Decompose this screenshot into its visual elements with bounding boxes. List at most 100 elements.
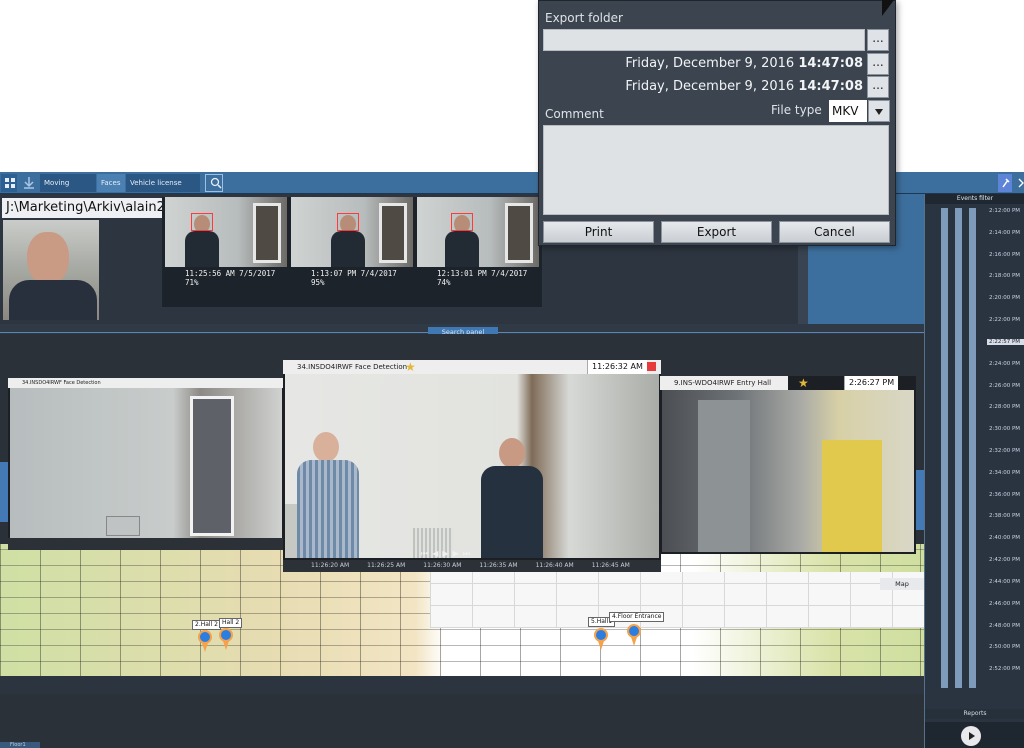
download-icon[interactable] <box>20 174 36 192</box>
playback-panel <box>925 722 1024 748</box>
time-axis-label: 2:48:00 PM <box>989 622 1021 629</box>
chevron-down-icon[interactable] <box>868 100 890 122</box>
time-axis-label: 2:16:00 PM <box>989 251 1021 258</box>
cancel-button[interactable]: Cancel <box>779 221 890 243</box>
end-date-picker-button[interactable]: ... <box>867 76 889 98</box>
tab-vehicle-license-plates[interactable]: Vehicle license plates <box>126 174 200 205</box>
export-folder-label: Export folder <box>545 11 623 25</box>
playback-controls[interactable]: ⏮◀▶▶⏭ <box>421 549 474 559</box>
face-result-thumbnail[interactable] <box>417 197 539 267</box>
camera-window-left[interactable]: 34.INSDO4IRWF Face Detection <box>8 378 284 550</box>
file-type-label: File type <box>771 103 822 117</box>
timeline-tick: 11:26:20 AM <box>311 562 350 569</box>
star-icon[interactable]: ★ <box>798 377 810 389</box>
tab-faces[interactable]: Faces <box>97 174 125 192</box>
face-results-strip: 11:25:56 AM 7/5/2017 71% 1:13:07 PM 7/4/… <box>162 197 542 307</box>
camera-video-feed <box>662 390 914 552</box>
event-column[interactable] <box>955 208 962 688</box>
camera-window-center[interactable]: 34.INSDO4IRWF Face Detection ★ 11:26:32 … <box>283 360 661 572</box>
camera-pin-icon[interactable] <box>198 630 212 652</box>
camera-title-bar: 9.INS-WDO4IRWF Entry Hall <box>660 376 788 390</box>
side-tab-objects[interactable] <box>0 462 8 522</box>
tab-moving-objects[interactable]: Moving objects <box>40 174 96 205</box>
camera-pin-icon[interactable] <box>594 628 608 650</box>
camera-window-right[interactable]: 9.INS-WDO4IRWF Entry Hall ★ 2:26:27 PM <box>660 376 916 554</box>
star-icon[interactable]: ★ <box>405 361 417 373</box>
door <box>253 203 281 263</box>
camera-pin-icon[interactable] <box>627 624 641 646</box>
face-detection-box <box>191 213 213 231</box>
person-body <box>481 466 543 558</box>
camera-pin-icon[interactable] <box>219 628 233 650</box>
start-date-picker-button[interactable]: ... <box>867 53 889 75</box>
camera-pin-label: 2.Hall 2 <box>192 620 221 630</box>
timeline-tick: 11:26:35 AM <box>479 562 518 569</box>
end-date: Friday, December 9, 2016 <box>625 79 795 94</box>
file-type-select[interactable]: MKV <box>829 100 867 122</box>
time-axis-label: 2:32:00 PM <box>989 448 1021 454</box>
timeline-tick: 11:26:30 AM <box>423 562 462 569</box>
end-time: 14:47:08 <box>798 79 863 94</box>
print-button[interactable]: Print <box>543 221 654 243</box>
result-score: 95% <box>311 278 325 287</box>
camera-video-feed <box>10 388 282 538</box>
comment-label: Comment <box>545 107 604 121</box>
time-axis-label: 2:42:00 PM <box>989 557 1021 564</box>
result-time: 12:13:01 PM 7/4/2017 <box>437 269 528 278</box>
app-window: Moving objects Faces Vehicle license pla… <box>0 172 1024 748</box>
time-axis-label: 2:38:00 PM <box>989 513 1021 520</box>
side-tab-archive[interactable] <box>916 470 924 530</box>
camera-timeline[interactable]: 11:26:20 AM 11:26:25 AM 11:26:30 AM 11:26:3… <box>283 560 661 572</box>
query-face-image[interactable] <box>3 220 99 320</box>
camera-timeline[interactable] <box>8 538 284 550</box>
floor-tab[interactable]: Floor1 <box>0 742 40 748</box>
event-column[interactable] <box>969 208 976 688</box>
time-axis-label: 2:28:00 PM <box>989 404 1021 411</box>
time-axis-label: 2:26:00 PM <box>989 382 1021 389</box>
timeline-tick: 11:26:45 AM <box>591 562 630 569</box>
timeline-tick: 11:26:25 AM <box>367 562 406 569</box>
export-button[interactable]: Export <box>661 221 772 243</box>
start-datetime[interactable]: Friday, December 9, 2016 14:47:08 <box>625 56 863 71</box>
door <box>505 203 533 263</box>
result-score: 74% <box>437 278 451 287</box>
radiator <box>106 516 140 536</box>
camera-area: 2.Hall 2 Hall 2 5.Hall1 4.Floor Entrance… <box>0 334 930 748</box>
floor-area-unmapped <box>430 572 930 628</box>
face-detection-box <box>451 213 473 231</box>
door <box>190 396 234 536</box>
face-result-thumbnail[interactable] <box>291 197 413 267</box>
export-dialog: Export folder ... Friday, December 9, 20… <box>538 0 896 246</box>
person-head <box>313 432 339 462</box>
chevron-right-icon[interactable] <box>1014 174 1024 192</box>
comment-textarea[interactable] <box>543 125 889 215</box>
start-time: 14:47:08 <box>798 56 863 71</box>
end-datetime[interactable]: Friday, December 9, 2016 14:47:08 <box>625 79 863 94</box>
reports-header[interactable]: Reports <box>925 709 1024 719</box>
map-tab[interactable]: Map <box>880 578 924 590</box>
close-icon[interactable] <box>647 362 656 371</box>
export-folder-input[interactable] <box>543 29 865 51</box>
camera-video-feed <box>285 374 659 558</box>
play-icon[interactable] <box>961 726 981 746</box>
doors <box>698 400 750 552</box>
time-axis-label: 2:20:00 PM <box>989 295 1021 302</box>
face-detection-box <box>337 213 359 231</box>
grid-icon[interactable] <box>1 174 17 192</box>
browse-folder-button[interactable]: ... <box>867 29 889 51</box>
face-result-thumbnail[interactable] <box>165 197 287 267</box>
time-axis-label: 2:46:00 PM <box>989 600 1021 607</box>
mouse-cursor-icon <box>882 0 894 16</box>
camera-pin-label: Hall 2 <box>219 618 243 628</box>
time-axis[interactable]: 2:12:00 PM 2:14:00 PM 2:16:00 PM 2:18:00 PM… <box>987 208 1024 688</box>
face-result-caption: 12:13:01 PM 7/4/2017 74% <box>417 269 539 287</box>
time-axis-label: 2:30:00 PM <box>989 426 1021 433</box>
floor-map-bottom <box>0 676 924 694</box>
event-column[interactable] <box>941 208 948 688</box>
screen: Moving objects Faces Vehicle license pla… <box>0 0 1024 748</box>
tools-icon[interactable] <box>998 174 1012 192</box>
search-icon[interactable] <box>205 174 223 192</box>
camera-pin-label: 4.Floor Entrance <box>609 612 665 622</box>
camera-title-bar: 34.INSDO4IRWF Face Detection <box>8 378 284 388</box>
person-head <box>499 438 525 468</box>
